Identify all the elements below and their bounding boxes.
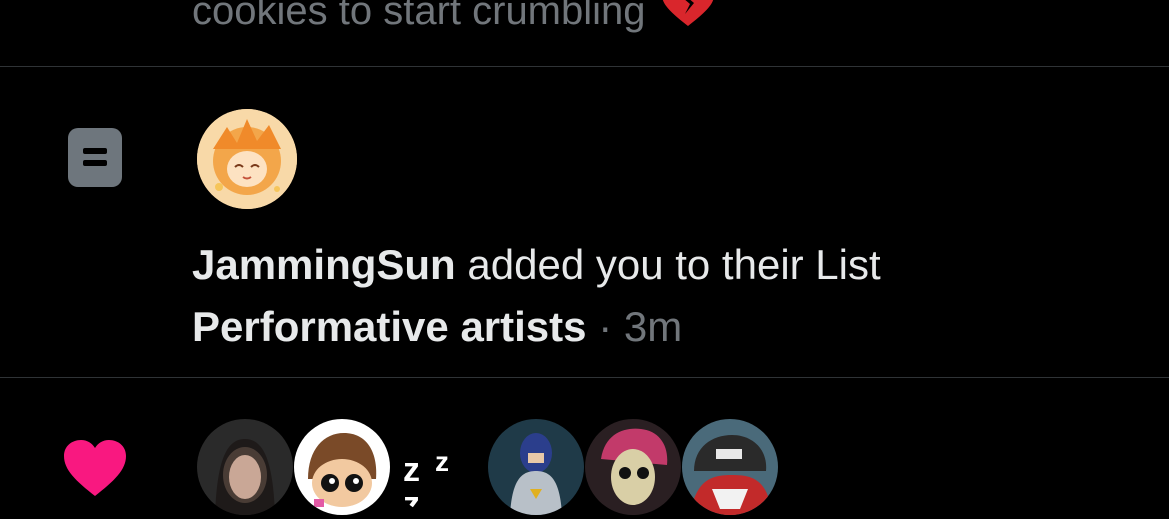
notification-text-content: cookies to start crumbling (192, 0, 646, 33)
separator: · (598, 303, 613, 350)
broken-heart-icon (660, 0, 716, 38)
notification-text: cookies to start crumbling (192, 0, 716, 38)
svg-text:z: z (403, 485, 420, 515)
avatar[interactable] (488, 419, 584, 515)
svg-text:z: z (435, 446, 449, 477)
heart-icon (62, 438, 128, 503)
user-name-link[interactable]: JammingSun (192, 241, 456, 288)
notification-text: JammingSun added you to their List (192, 241, 881, 289)
avatar[interactable] (585, 419, 681, 515)
notification-item-list[interactable]: JammingSun added you to their List Perfo… (0, 67, 1169, 377)
list-name-link[interactable]: Performative artists (192, 303, 587, 350)
avatar[interactable] (294, 419, 390, 515)
avatar[interactable] (682, 419, 778, 515)
notification-subline: Performative artists · 3m (192, 303, 682, 351)
list-icon (68, 128, 122, 187)
notification-item-truncated[interactable]: cookies to start crumbling (0, 0, 1169, 66)
svg-text:z: z (403, 451, 420, 489)
avatar[interactable]: zzz (391, 419, 487, 515)
timestamp: 3m (623, 303, 683, 350)
avatar[interactable] (197, 109, 297, 209)
notification-item-likes[interactable]: zzz (0, 378, 1169, 515)
notification-action: added you to their List (467, 241, 881, 288)
avatar[interactable] (197, 419, 293, 515)
